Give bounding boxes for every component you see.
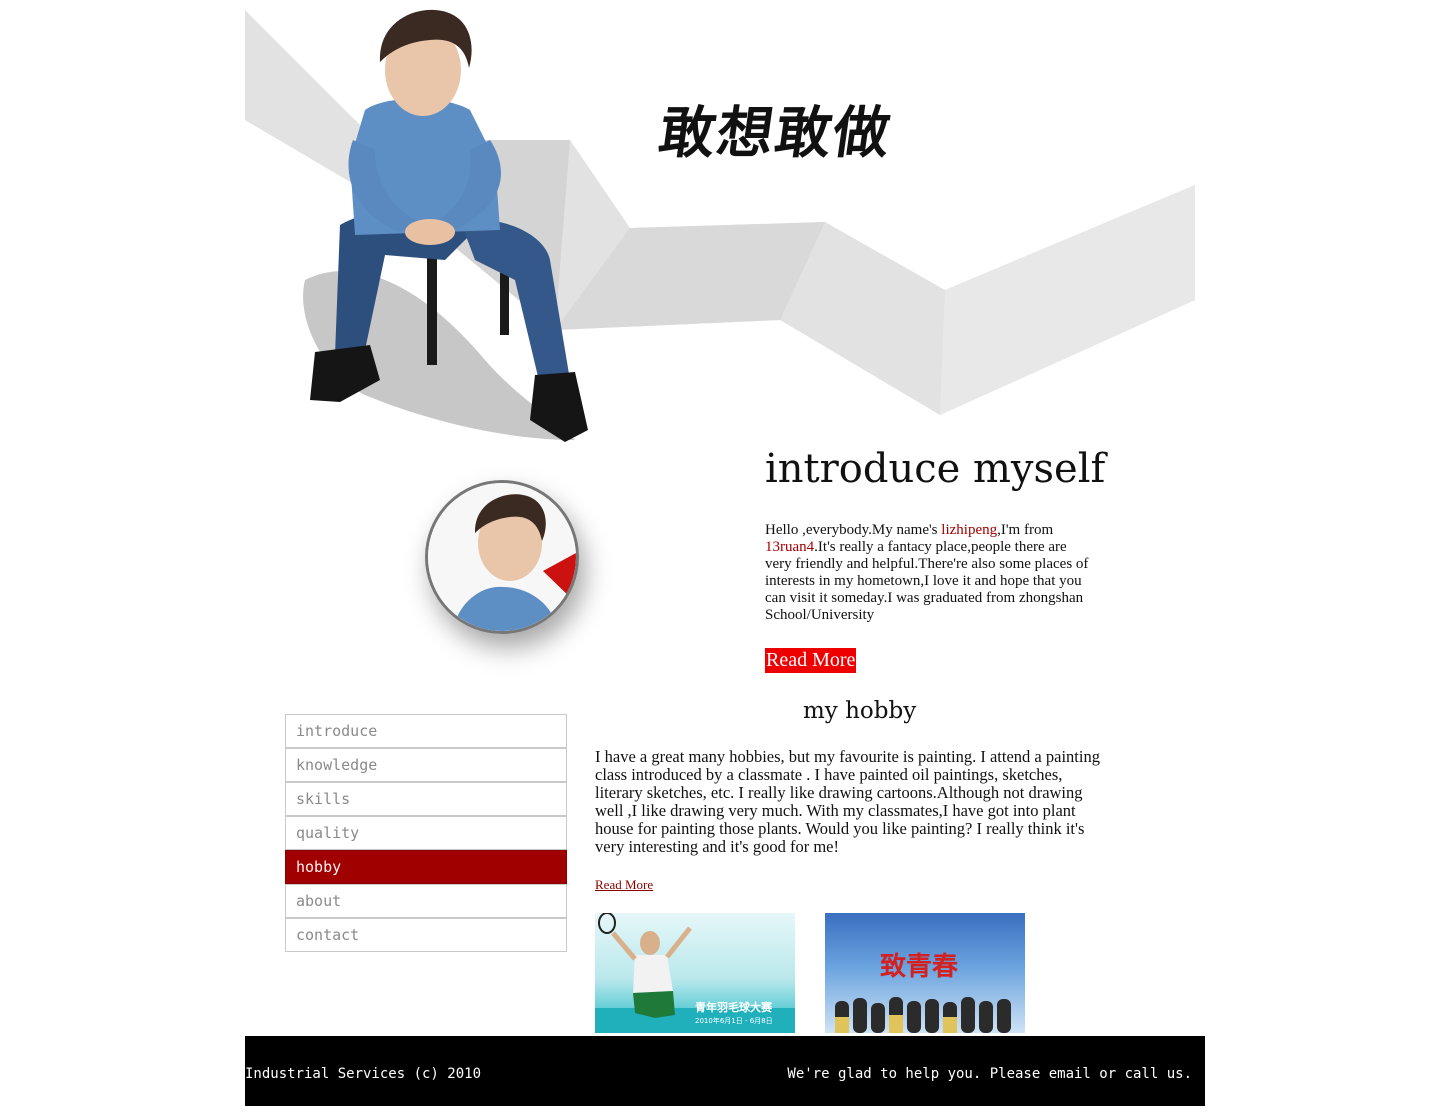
nav-item-introduce[interactable]: introduce — [285, 714, 567, 748]
footer-copyright: Industrial Services (c) 2010 — [245, 1066, 482, 1082]
nav-item-knowledge[interactable]: knowledge — [285, 748, 567, 782]
youth-poster-image: 致青春 — [825, 913, 1025, 1033]
poster-banner: 致青春 — [880, 951, 958, 982]
footer-contact-text: We're glad to help you. Please email or … — [787, 1066, 1192, 1082]
badminton-poster-image: 青年羽毛球大赛 2010年6月1日 - 6月8日 — [595, 913, 795, 1033]
side-navigation: introduce knowledge skills quality hobby… — [285, 714, 567, 952]
header-title: 敢想敢做 — [654, 100, 897, 166]
nav-item-about[interactable]: about — [285, 884, 567, 918]
hobby-paragraph: I have a great many hobbies, but my favo… — [595, 747, 1100, 856]
intro-hometown: 13ruan4 — [765, 539, 815, 555]
nav-item-hobby[interactable]: hobby — [285, 850, 567, 884]
intro-text-part: .It's really a fantacy place,people ther… — [765, 539, 1089, 623]
profile-avatar — [425, 480, 579, 634]
intro-title: introduce myself — [765, 446, 1106, 492]
avatar-photo — [428, 483, 576, 631]
footer: Industrial Services (c) 2010 We're glad … — [245, 1036, 1205, 1106]
poster-date: 2010年6月1日 - 6月8日 — [695, 1016, 773, 1025]
hobby-read-more-link[interactable]: Read More — [595, 877, 653, 893]
page-container: 敢想敢做 introduce myself Hello ,everybody.M… — [245, 0, 1205, 1114]
intro-name: lizhipeng — [941, 522, 998, 538]
poster-banner: 青年羽毛球大赛 — [695, 1000, 773, 1014]
intro-text-part: ,I'm from — [997, 522, 1054, 538]
intro-read-more-button[interactable]: Read More — [765, 648, 857, 673]
hobby-title: my hobby — [803, 698, 917, 724]
nav-item-contact[interactable]: contact — [285, 918, 567, 952]
nav-item-skills[interactable]: skills — [285, 782, 567, 816]
header-illustration — [245, 9, 1195, 442]
nav-item-quality[interactable]: quality — [285, 816, 567, 850]
intro-paragraph: Hello ,everybody.My name's lizhipeng,I'm… — [765, 522, 1095, 624]
intro-text-part: Hello ,everybody.My name's — [765, 522, 942, 538]
